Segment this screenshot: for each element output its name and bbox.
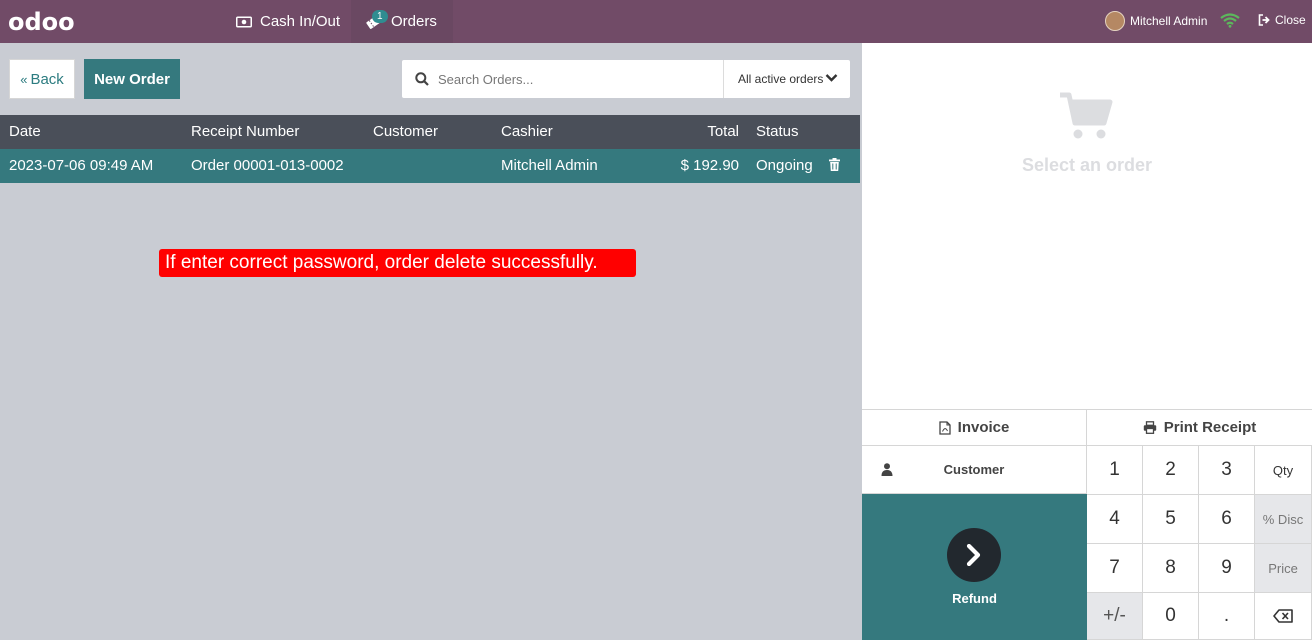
qty-mode-button[interactable]: Qty <box>1255 446 1312 495</box>
double-left-icon: « <box>20 71 28 87</box>
top-bar: odoo Cash In/Out Orders 1 Mitchell Admin… <box>0 0 1312 43</box>
user-menu[interactable]: Mitchell Admin <box>1105 11 1207 31</box>
chevron-down-icon <box>825 73 838 83</box>
backspace-icon <box>1273 609 1293 623</box>
numpad-key-5[interactable]: 5 <box>1143 495 1199 544</box>
search-bar: All active orders <box>402 60 850 98</box>
new-order-button[interactable]: New Order <box>84 59 180 99</box>
odoo-logo: odoo <box>8 8 75 36</box>
header-cashier: Cashier <box>501 123 553 140</box>
header-status: Status <box>756 123 799 140</box>
invoice-label: Invoice <box>957 419 1010 436</box>
discount-mode-button[interactable]: % Disc <box>1255 495 1312 544</box>
order-filter-select[interactable]: All active orders <box>723 60 850 98</box>
row-date: 2023-07-06 09:49 AM <box>9 157 154 174</box>
backspace-button[interactable] <box>1255 593 1312 640</box>
row-status: Ongoing <box>756 157 813 174</box>
numpad-key-1[interactable]: 1 <box>1087 446 1143 495</box>
numpad-key-3[interactable]: 3 <box>1199 446 1255 495</box>
chevron-right-icon <box>966 544 982 566</box>
print-icon <box>1143 421 1157 434</box>
refund-label: Refund <box>952 591 997 606</box>
user-name: Mitchell Admin <box>1130 14 1208 28</box>
trash-icon[interactable] <box>829 158 840 174</box>
print-receipt-label: Print Receipt <box>1163 419 1257 436</box>
header-receipt-number: Receipt Number <box>191 123 300 140</box>
price-mode-button[interactable]: Price <box>1255 544 1312 593</box>
header-total: Total <box>707 123 739 140</box>
plus-minus-button[interactable]: +/- <box>1087 593 1143 640</box>
numpad-key-2[interactable]: 2 <box>1143 446 1199 495</box>
cart-icon <box>1058 91 1114 146</box>
orders-count-badge: 1 <box>372 10 388 23</box>
numpad-key-7[interactable]: 7 <box>1087 544 1143 593</box>
close-label: Close <box>1275 13 1306 27</box>
back-label: Back <box>30 70 64 88</box>
row-cashier: Mitchell Admin <box>501 157 598 174</box>
wifi-icon <box>1220 12 1240 33</box>
numpad-key-9[interactable]: 9 <box>1199 544 1255 593</box>
numpad-key-6[interactable]: 6 <box>1199 495 1255 544</box>
search-icon <box>415 72 429 86</box>
close-button[interactable]: Close <box>1258 13 1306 27</box>
sign-out-icon <box>1258 14 1271 26</box>
header-date: Date <box>9 123 41 140</box>
header-customer: Customer <box>373 123 439 140</box>
back-button[interactable]: « Back <box>9 59 75 99</box>
annotation-callout: If enter correct password, order delete … <box>159 249 636 277</box>
numpad-key-4[interactable]: 4 <box>1087 495 1143 544</box>
refund-circle <box>947 528 1001 582</box>
user-icon <box>881 463 893 476</box>
search-input[interactable] <box>438 71 718 87</box>
invoice-button[interactable]: Invoice <box>862 409 1087 446</box>
orders-table-header: Date Receipt Number Customer Cashier Tot… <box>0 115 860 149</box>
orders-label: Orders <box>391 13 437 30</box>
numpad-key-dot[interactable]: . <box>1199 593 1255 640</box>
avatar <box>1105 11 1125 31</box>
row-total: $ 192.90 <box>680 157 739 174</box>
orders-button[interactable]: Orders <box>351 0 453 43</box>
cash-in-out-button[interactable]: Cash In/Out <box>236 0 340 43</box>
row-receipt-number: Order 00001-013-0002 <box>191 157 344 174</box>
customer-label: Customer <box>943 462 1005 477</box>
order-details-pane: Select an order Invoice Print Receipt Cu… <box>862 43 1312 640</box>
money-icon <box>236 16 252 28</box>
cash-in-out-label: Cash In/Out <box>260 13 341 30</box>
customer-button[interactable]: Customer <box>862 446 1087 494</box>
numpad: 1 2 3 Qty 4 5 6 % Disc 7 8 9 Price +/- 0… <box>1087 446 1312 640</box>
filter-value: All active orders <box>738 72 824 86</box>
table-row[interactable]: 2023-07-06 09:49 AM Order 00001-013-0002… <box>0 149 860 183</box>
print-receipt-button[interactable]: Print Receipt <box>1087 409 1312 446</box>
refund-button[interactable]: Refund <box>862 494 1087 640</box>
numpad-key-8[interactable]: 8 <box>1143 544 1199 593</box>
numpad-key-0[interactable]: 0 <box>1143 593 1199 640</box>
select-order-text: Select an order <box>1021 155 1153 175</box>
file-pdf-icon <box>939 420 951 435</box>
